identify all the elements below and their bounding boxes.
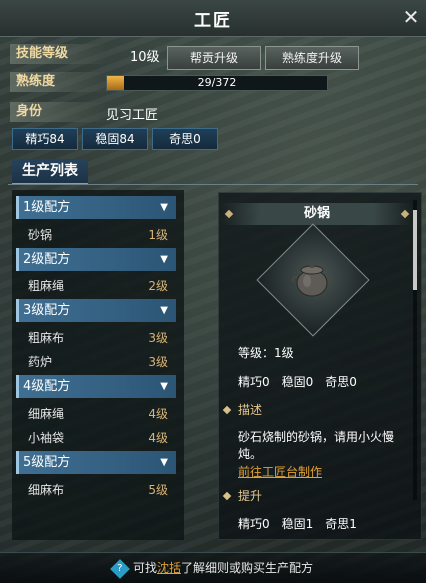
recipe-level: 4级 [148,407,168,421]
contribution-upgrade-button[interactable]: 帮贡升级 [167,46,261,70]
recipe-name: 砂锅 [28,228,53,242]
category-level-4[interactable]: 4级配方 ▼ [16,375,176,398]
description-text: 砂石烧制的砂锅，请用小火慢炖。 [238,430,395,461]
description-title: 描述 [238,403,263,417]
identity-label: 身份 [10,102,106,122]
tab-divider [8,184,418,185]
recipe-level: 5级 [148,483,168,497]
go-to-workbench-link[interactable]: 前往工匠台制作 [238,463,322,480]
recipe-name: 细麻布 [28,483,65,497]
recipe-item[interactable]: 粗麻绳 2级 [16,275,176,297]
proficiency-label: 熟练度 [10,72,106,92]
recipe-level: 3级 [148,331,168,345]
npc-shen-kuo-link[interactable]: 沈括 [157,561,181,575]
recipe-item[interactable]: 砂锅 1级 [16,224,176,246]
recipe-item[interactable]: 药炉 3级 [16,351,176,373]
recipe-name: 粗麻绳 [28,279,65,293]
chevron-down-icon: ▼ [160,457,168,468]
detail-scrollbar-thumb[interactable] [413,210,417,290]
detail-stats: 精巧0 稳固0 奇思0 [238,375,357,389]
category-label: 2级配方 [23,252,71,267]
upgrade-section: 提升 [220,487,418,505]
detail-item-name: 砂锅 [222,203,412,225]
category-level-2[interactable]: 2级配方 ▼ [16,248,176,271]
section-diamond-icon [222,491,232,501]
chevron-down-icon: ▼ [160,254,168,265]
tab-production-list[interactable]: 生产列表 [12,159,88,185]
section-diamond-icon [222,405,232,415]
recipe-item[interactable]: 小袖袋 4级 [16,427,176,449]
chevron-down-icon: ▼ [160,305,168,316]
recipe-level: 2级 [148,279,168,293]
recipe-item[interactable]: 细麻布 5级 [16,479,176,501]
identity-value: 见习工匠 [106,108,159,123]
proficiency-upgrade-button[interactable]: 熟练度升级 [265,46,359,70]
recipe-name: 小袖袋 [28,431,65,445]
upgrade-stats: 精巧0 稳固1 奇思1 [238,517,357,531]
proficiency-bar: 29/372 [106,75,328,91]
skill-level-value: 10级 [130,50,160,65]
category-level-3[interactable]: 3级配方 ▼ [16,299,176,322]
attr-finesse: 精巧84 [12,128,78,150]
category-label: 5级配方 [23,455,71,470]
attr-stability: 稳固84 [82,128,148,150]
recipe-level: 1级 [148,228,168,242]
upgrade-title: 提升 [238,489,263,503]
proficiency-text: 29/372 [197,76,237,89]
recipe-item[interactable]: 细麻绳 4级 [16,403,176,425]
attr-ingenuity: 奇思0 [152,128,218,150]
recipe-level: 3级 [148,355,168,369]
hint-prefix: 可找 [132,561,157,575]
footer-hint: ? 可找沈括了解细则或购买生产配方 [0,552,426,583]
detail-level: 等级：1级 [238,346,294,360]
recipe-item[interactable]: 粗麻布 3级 [16,327,176,349]
recipe-name: 药炉 [28,355,53,369]
category-label: 3级配方 [23,303,71,318]
category-level-1[interactable]: 1级配方 ▼ [16,196,176,219]
category-label: 4级配方 [23,379,71,394]
chevron-down-icon: ▼ [160,381,168,392]
info-icon: ? [110,558,130,579]
skill-level-label: 技能等级 [10,44,106,64]
recipe-level: 4级 [148,431,168,445]
title-bar: 工匠 ✕ [0,0,426,37]
close-icon[interactable]: ✕ [400,6,422,28]
hint-suffix: 了解细则或购买生产配方 [181,561,314,575]
clay-pot-icon [291,263,333,297]
recipe-name: 粗麻布 [28,331,65,345]
description-section: 描述 [220,401,418,419]
recipe-name: 细麻绳 [28,407,65,421]
chevron-down-icon: ▼ [160,202,168,213]
category-label: 1级配方 [23,200,71,215]
window-title: 工匠 [194,10,232,31]
category-level-5[interactable]: 5级配方 ▼ [16,451,176,474]
